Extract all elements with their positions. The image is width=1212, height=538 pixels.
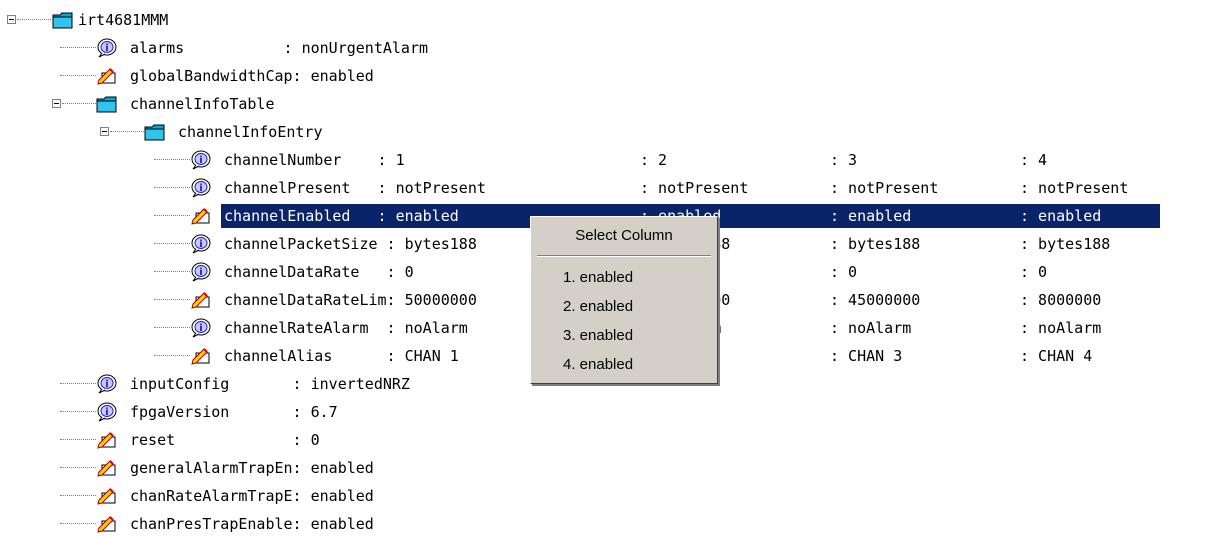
row-label: channelNumber : 1 [224,151,405,169]
svg-text:i: i [105,379,108,390]
column-value-3: : CHAN 3 [830,347,903,365]
svg-text:i: i [199,183,202,194]
collapse-toggle[interactable] [7,15,16,24]
collapse-toggle[interactable] [52,99,61,108]
tree-row-chanPresTrapEnable[interactable]: chanPresTrapEnable: enabled [0,510,1212,538]
column-value-3: : 45000000 [830,291,921,309]
row-label: fpgaVersion : 6.7 [130,403,338,421]
column-value-4: : bytes188 [1020,235,1111,253]
row-label: globalBandwidthCap: enabled [130,67,374,85]
tree-row-generalAlarmTrapEn[interactable]: generalAlarmTrapEn: enabled [0,454,1212,482]
edit-icon [190,346,212,366]
tree-row-channelNumber[interactable]: i channelNumber : 1 : 2 : 3 : 4 [0,146,1212,174]
row-label: chanRateAlarmTrapE: enabled [130,487,374,505]
column-value-4: : enabled [1020,207,1102,225]
column-value-4: : noAlarm [1020,319,1102,337]
svg-text:i: i [199,239,202,250]
tree-row-channelPresent[interactable]: i channelPresent : notPresent : notPresent… [0,174,1212,202]
column-value-2: : 2 [640,151,668,169]
row-label: channelDataRateLim: 50000000 [224,291,477,309]
info-icon: i [96,402,118,422]
column-value-2: : notPresent [640,179,749,197]
tree-row-chanRateAlarmTrapE[interactable]: chanRateAlarmTrapE: enabled [0,482,1212,510]
row-label: channelDataRate : 0 [224,263,414,281]
edit-icon [96,66,118,86]
edit-icon [96,514,118,534]
tree-row-channelInfoTable[interactable]: channelInfoTable [0,90,1212,118]
info-icon: i [190,178,212,198]
row-label: channelInfoEntry [178,123,323,141]
folder-icon [52,10,74,30]
collapse-toggle[interactable] [100,127,109,136]
row-label: channelAlias : CHAN 1 [224,347,459,365]
svg-text:i: i [199,323,202,334]
column-value-4: : notPresent [1020,179,1129,197]
root-label: irt4681MMM [78,11,169,29]
tree-row-channelInfoEntry[interactable]: channelInfoEntry [0,118,1212,146]
column-value-4: : CHAN 4 [1020,347,1093,365]
menu-item-3[interactable]: 3. enabled [563,327,633,344]
row-label: channelInfoTable [130,95,275,113]
edit-icon [96,458,118,478]
info-icon: i [190,234,212,254]
folder-icon [96,94,118,114]
menu-separator [537,255,711,257]
row-label: reset : 0 [130,431,320,449]
tree-row-fpgaVersion[interactable]: i fpgaVersion : 6.7 [0,398,1212,426]
menu-title: Select Column [575,227,673,244]
row-label: channelPacketSize : bytes188 [224,235,477,253]
info-icon: i [96,374,118,394]
column-value-3: : enabled [830,207,912,225]
column-value-4: : 0 [1020,263,1048,281]
row-label: chanPresTrapEnable: enabled [130,515,374,533]
edit-icon [96,430,118,450]
tree-root-row[interactable]: irt4681MMM [0,6,1212,34]
menu-item-4[interactable]: 4. enabled [563,356,633,373]
tree-row-reset[interactable]: reset : 0 [0,426,1212,454]
folder-icon [144,122,166,142]
row-label: alarms : nonUrgentAlarm [130,39,429,57]
select-column-menu: Select Column 1. enabled 2. enabled 3. e… [530,216,718,384]
info-icon: i [96,38,118,58]
edit-icon [190,206,212,226]
column-value-3: : notPresent [830,179,939,197]
info-icon: i [190,150,212,170]
info-icon: i [190,262,212,282]
tree-row-globalBandwidthCap[interactable]: globalBandwidthCap: enabled [0,62,1212,90]
edit-icon [190,290,212,310]
column-value-3: : noAlarm [830,319,912,337]
svg-text:i: i [199,155,202,166]
menu-item-2[interactable]: 2. enabled [563,298,633,315]
column-value-3: : 0 [830,263,858,281]
column-value-3: : bytes188 [830,235,921,253]
edit-icon [96,486,118,506]
svg-text:i: i [105,407,108,418]
row-label: generalAlarmTrapEn: enabled [130,459,374,477]
info-icon: i [190,318,212,338]
column-value-4: : 8000000 [1020,291,1102,309]
row-label: channelPresent : notPresent [224,179,486,197]
row-label: channelRateAlarm : noAlarm [224,319,468,337]
svg-text:i: i [199,267,202,278]
svg-text:i: i [105,43,108,54]
row-label: channelEnabled : enabled [224,207,459,225]
tree-row-alarms[interactable]: i alarms : nonUrgentAlarm [0,34,1212,62]
column-value-4: : 4 [1020,151,1048,169]
menu-item-1[interactable]: 1. enabled [563,269,633,286]
column-value-3: : 3 [830,151,858,169]
row-label: inputConfig : invertedNRZ [130,375,410,393]
